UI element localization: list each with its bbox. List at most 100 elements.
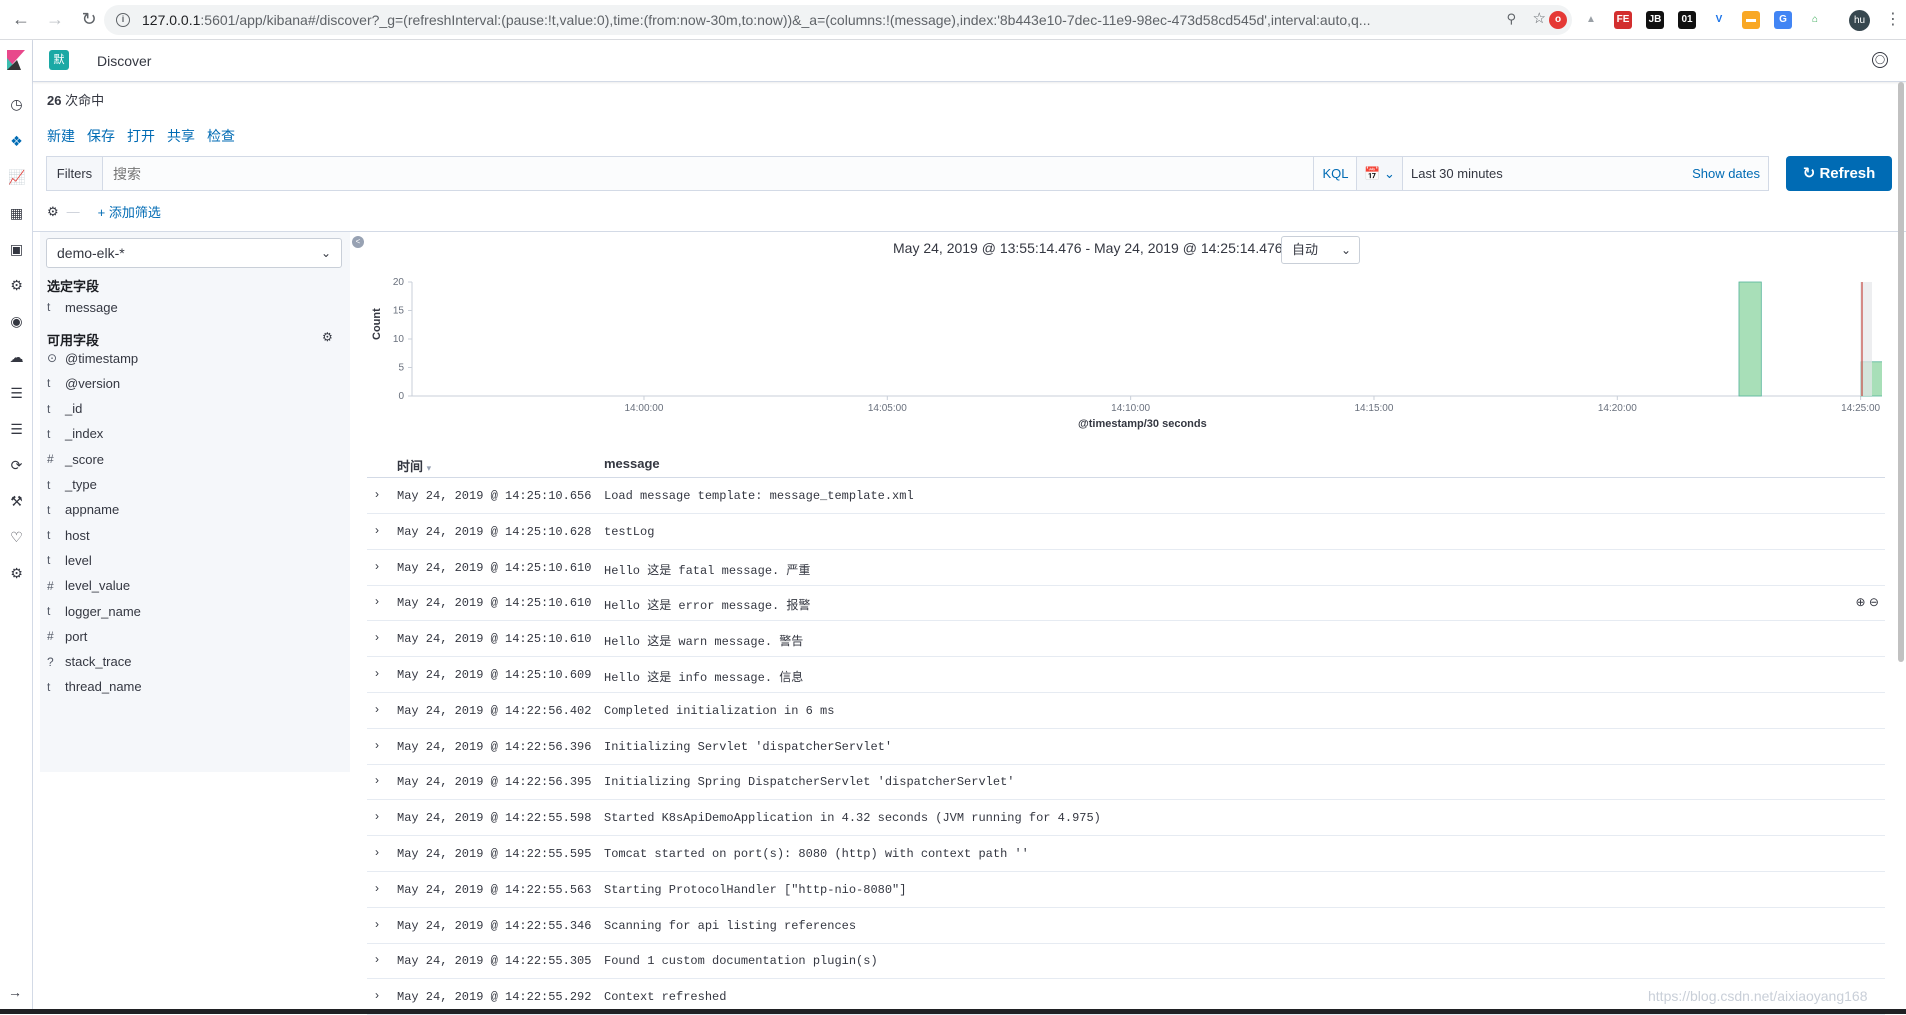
available-field-item[interactable]: t _type xyxy=(47,474,337,496)
interval-select[interactable]: 自动 ⌄ xyxy=(1281,236,1360,264)
calendar-icon[interactable]: 📅 ⌄ xyxy=(1357,157,1403,190)
dashboard-icon[interactable]: ▦ xyxy=(8,205,25,222)
apm-icon[interactable]: ☰ xyxy=(8,421,25,438)
expand-row-chevron-icon[interactable]: › xyxy=(375,809,379,823)
selected-field-item[interactable]: t message xyxy=(47,296,337,318)
expand-row-chevron-icon[interactable]: › xyxy=(375,917,379,931)
index-pattern-select[interactable]: demo-elk-* ⌄ xyxy=(46,238,342,268)
table-row[interactable]: › May 24, 2019 @ 14:25:10.610 Hello 这是 err… xyxy=(367,585,1885,622)
menu-inspect[interactable]: 检查 xyxy=(207,126,235,146)
address-bar[interactable]: i 127.0.0.1:5601/app/kibana#/discover?_g… xyxy=(104,5,1572,35)
management-gear-icon[interactable]: ⚙ xyxy=(8,565,25,582)
sort-icon[interactable]: ▾ xyxy=(427,463,432,473)
profile-avatar[interactable]: hu xyxy=(1849,10,1870,31)
available-field-item[interactable]: # level_value xyxy=(47,575,337,597)
collapse-sidebar-icon[interactable]: < xyxy=(352,236,364,248)
available-field-item[interactable]: t thread_name xyxy=(47,676,337,698)
infrastructure-icon[interactable]: ☁ xyxy=(8,349,25,366)
filter-zoom-icons[interactable]: ⊕ ⊖ xyxy=(1856,595,1879,609)
page-scrollbar[interactable] xyxy=(1898,82,1904,662)
table-row[interactable]: › May 24, 2019 @ 14:22:56.402 Completed in… xyxy=(367,693,1885,729)
expand-row-chevron-icon[interactable]: › xyxy=(375,702,379,716)
ml-icon[interactable]: ◉ xyxy=(8,313,25,330)
recent-clock-icon[interactable]: ◷ xyxy=(8,96,25,113)
expand-row-chevron-icon[interactable]: › xyxy=(375,773,379,787)
filter-settings-gear-icon[interactable]: ⚙ xyxy=(47,204,59,220)
filters-button[interactable]: Filters xyxy=(47,157,103,190)
available-field-item[interactable]: t logger_name xyxy=(47,600,337,622)
date-range-text[interactable]: Last 30 minutes xyxy=(1411,166,1503,181)
extension-icon[interactable]: JB xyxy=(1646,11,1664,29)
menu-save[interactable]: 保存 xyxy=(87,126,115,146)
available-field-item[interactable]: t _index xyxy=(47,423,337,445)
expand-row-chevron-icon[interactable]: › xyxy=(375,881,379,895)
table-row[interactable]: › May 24, 2019 @ 14:22:56.395 Initializing… xyxy=(367,764,1885,801)
table-row[interactable]: › May 24, 2019 @ 14:22:55.346 Scanning for… xyxy=(367,908,1885,944)
extension-icon[interactable]: ▬ xyxy=(1742,11,1760,29)
table-row[interactable]: › May 24, 2019 @ 14:25:10.609 Hello 这是 inf… xyxy=(367,657,1885,693)
extension-icon[interactable]: FE xyxy=(1614,11,1632,29)
site-info-icon[interactable]: i xyxy=(116,13,130,27)
table-row[interactable]: › May 24, 2019 @ 14:25:10.610 Hello 这是 fat… xyxy=(367,550,1885,586)
available-field-item[interactable]: t appname xyxy=(47,499,337,521)
menu-open[interactable]: 打开 xyxy=(127,126,155,146)
show-dates-link[interactable]: Show dates xyxy=(1692,166,1760,181)
expand-row-chevron-icon[interactable]: › xyxy=(375,845,379,859)
menu-share[interactable]: 共享 xyxy=(167,126,195,146)
expand-row-chevron-icon[interactable]: › xyxy=(375,523,379,537)
bookmark-star-icon[interactable]: ☆ xyxy=(1533,9,1546,27)
kql-toggle[interactable]: KQL xyxy=(1313,157,1357,190)
menu-new[interactable]: 新建 xyxy=(47,126,75,146)
back-icon[interactable]: ← xyxy=(8,7,34,33)
uptime-icon[interactable]: ⟳ xyxy=(8,457,25,474)
url-text[interactable]: 127.0.0.1:5601/app/kibana#/discover?_g=(… xyxy=(142,12,1482,28)
extension-icon[interactable]: o xyxy=(1549,11,1567,29)
maps-icon[interactable]: ⚙ xyxy=(8,277,25,294)
field-filter-gear-icon[interactable]: ⚙ xyxy=(322,330,333,344)
expand-nav-icon[interactable]: → xyxy=(8,984,22,1000)
reload-icon[interactable]: ↻ xyxy=(76,7,102,33)
table-row[interactable]: › May 24, 2019 @ 14:22:55.563 Starting Pro… xyxy=(367,872,1885,908)
available-field-item[interactable]: ? stack_trace xyxy=(47,651,337,673)
extension-icon[interactable]: ▲ xyxy=(1582,11,1600,29)
expand-row-chevron-icon[interactable]: › xyxy=(375,559,379,573)
kibana-logo-icon[interactable] xyxy=(7,50,25,70)
available-field-item[interactable]: t @version xyxy=(47,372,337,394)
browser-menu-icon[interactable]: ⋮ xyxy=(1885,9,1901,29)
available-field-item[interactable]: # port xyxy=(47,625,337,647)
expand-row-chevron-icon[interactable]: › xyxy=(375,988,379,1002)
table-row[interactable]: › May 24, 2019 @ 14:22:55.598 Started K8sA… xyxy=(367,800,1885,837)
expand-row-chevron-icon[interactable]: › xyxy=(375,738,379,752)
expand-row-chevron-icon[interactable]: › xyxy=(375,952,379,966)
expand-row-chevron-icon[interactable]: › xyxy=(375,666,379,680)
visualize-icon[interactable]: 📈 xyxy=(8,169,25,186)
available-field-item[interactable]: t _id xyxy=(47,398,337,420)
discover-compass-icon[interactable]: ❖ xyxy=(8,133,25,150)
dev-tools-icon[interactable]: ⚒ xyxy=(8,493,25,510)
help-globe-icon[interactable]: ◯ xyxy=(1872,52,1888,68)
column-header-message[interactable]: message xyxy=(604,456,660,471)
extension-icon[interactable]: G xyxy=(1774,11,1792,29)
refresh-button[interactable]: ↻ Refresh xyxy=(1786,156,1892,191)
expand-row-chevron-icon[interactable]: › xyxy=(375,487,379,501)
monitoring-icon[interactable]: ♡ xyxy=(8,529,25,546)
available-field-item[interactable]: t level xyxy=(47,549,337,571)
extension-icon[interactable]: 01 xyxy=(1678,11,1696,29)
available-field-item[interactable]: ⊙ @timestamp xyxy=(47,347,337,369)
expand-row-chevron-icon[interactable]: › xyxy=(375,630,379,644)
zoom-icon[interactable]: ⚲ xyxy=(1506,11,1516,27)
search-input[interactable] xyxy=(113,164,1213,184)
table-row[interactable]: › May 24, 2019 @ 14:22:55.305 Found 1 cust… xyxy=(367,943,1885,980)
add-filter-link[interactable]: + 添加筛选 xyxy=(98,202,161,221)
available-field-item[interactable]: # _score xyxy=(47,448,337,470)
extension-icon[interactable]: V xyxy=(1710,11,1728,29)
available-field-item[interactable]: t host xyxy=(47,524,337,546)
expand-row-chevron-icon[interactable]: › xyxy=(375,594,379,608)
histogram-chart[interactable]: 0 5 10 15 20 14:00:00 14:05:00 14:10:00 14:15:00… xyxy=(370,272,1882,434)
table-row[interactable]: › May 24, 2019 @ 14:22:55.595 Tomcat start… xyxy=(367,836,1885,872)
table-row[interactable]: › May 24, 2019 @ 14:25:10.610 Hello 这是 war… xyxy=(367,621,1885,658)
extension-icon[interactable]: ⌂ xyxy=(1806,11,1824,29)
table-row[interactable]: › May 24, 2019 @ 14:25:10.656 Load message… xyxy=(367,478,1885,514)
canvas-icon[interactable]: ▣ xyxy=(8,241,25,258)
logs-icon[interactable]: ☰ xyxy=(8,385,25,402)
